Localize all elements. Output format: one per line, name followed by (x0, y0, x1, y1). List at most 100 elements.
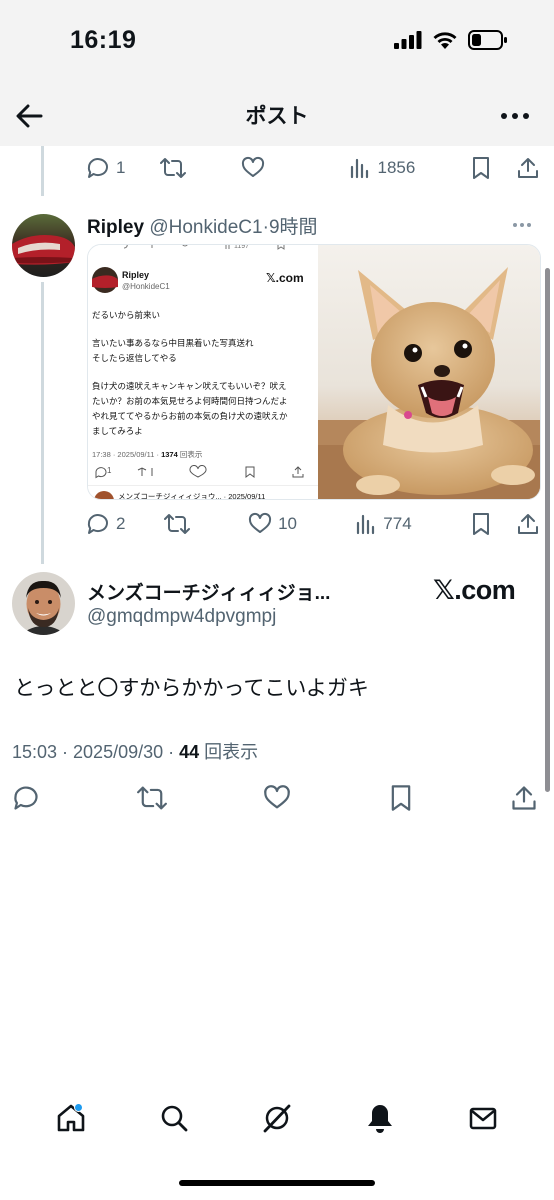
embedded-reply-count: 1 (107, 466, 112, 475)
man-avatar-image (12, 572, 75, 635)
nav-notifications[interactable] (362, 1100, 398, 1136)
embedded-meta-suffix: 回表示 (177, 450, 203, 459)
nav-messages[interactable] (465, 1100, 501, 1136)
status-time: 16:19 (70, 26, 137, 54)
embedded-divider (88, 485, 318, 486)
analytics-icon (357, 514, 375, 535)
reply-tweet-actions: 2 10 774 (86, 504, 540, 544)
tweet-timestamp: 15:03 · 2025/09/30 · (12, 742, 180, 762)
reply-button[interactable]: 1 (86, 156, 125, 180)
embedded-meta-views: 1374 (161, 450, 178, 459)
parent-tweet-actions: 1 1856 (86, 148, 540, 188)
reply-count: 2 (116, 514, 126, 533)
embedded-tweet-screenshot: 1197 Ripley @HonkideC1 𝕏.com だるいから前来い 言い… (88, 244, 318, 500)
bottom-nav (0, 1090, 554, 1146)
notifications-icon (367, 1105, 392, 1133)
reply-count: 1 (116, 158, 126, 177)
embedded-reply-avatar (94, 491, 114, 499)
thread-line (41, 282, 44, 564)
views-count: 774 (383, 514, 412, 533)
embedded-text-line: 負け犬の遠吠えキャンキャン吠えてもいいぞ？吠え (92, 381, 287, 391)
views-button[interactable]: 774 (355, 513, 412, 535)
embedded-avatar (92, 267, 118, 293)
more-horizontal-icon (501, 113, 529, 119)
reply-icon[interactable] (12, 784, 40, 812)
tweet-view-count: 44 (179, 742, 200, 762)
heart-icon (241, 156, 264, 177)
embedded-top-views: 1197 (234, 244, 250, 250)
heart-icon[interactable] (263, 784, 291, 812)
embedded-x-logo: 𝕏.com (266, 271, 304, 285)
author-handle[interactable]: @HonkideC1 (149, 217, 262, 238)
status-icons (394, 30, 508, 50)
share-icon[interactable] (516, 156, 540, 180)
repost-button[interactable] (163, 512, 190, 536)
embedded-text-line: やれ見ててやるからお前の本気の負け犬の遠吠えか (92, 411, 288, 421)
cellular-signal-icon (394, 31, 422, 49)
wifi-icon (433, 31, 457, 49)
grok-icon (263, 1104, 291, 1133)
views-count: 1856 (377, 158, 416, 177)
parent-tweet-secondary-actions (470, 156, 540, 180)
nav-home[interactable] (53, 1100, 89, 1136)
embedded-reply-line: メンズコーチジィィィジョウ... · 2025/09/11 (118, 492, 266, 500)
embedded-actions (95, 465, 304, 479)
thread-line (41, 146, 44, 196)
author-name[interactable]: Ripley (87, 217, 144, 238)
bookmark-icon[interactable] (388, 784, 414, 812)
tweet-time: 9時間 (268, 217, 318, 238)
tweet-meta: 15:03 · 2025/09/30 · 44 回表示 (12, 738, 258, 764)
reply-icon (87, 158, 108, 178)
analytics-icon (351, 158, 369, 179)
bookmark-icon[interactable] (470, 156, 492, 180)
tweet-more-button[interactable] (512, 222, 532, 228)
more-horizontal-icon (513, 223, 531, 227)
main-tweet-actions (12, 780, 538, 816)
main-author-name[interactable]: メンズコーチジィィィジョ... (87, 578, 330, 605)
embedded-text-line: 言いたい事あるなら中目黒着いた写真送れ (92, 338, 254, 348)
repost-icon[interactable] (136, 784, 167, 812)
tweet-media[interactable]: 1197 Ripley @HonkideC1 𝕏.com だるいから前来い 言い… (87, 244, 541, 500)
repost-button[interactable] (160, 156, 187, 180)
nav-search[interactable] (156, 1100, 192, 1136)
reply-button[interactable]: 2 (86, 512, 125, 536)
embedded-text-line: だるいから前来い (92, 310, 161, 320)
header: ポスト (0, 86, 554, 146)
embedded-author-name: Ripley (122, 270, 150, 280)
repost-icon (163, 514, 190, 534)
tweet-text: とっとと〇すからかかってこいよガキ (14, 677, 369, 700)
car-avatar-image (12, 214, 75, 277)
battery-icon (468, 30, 507, 50)
scrollbar[interactable] (545, 268, 550, 792)
messages-icon (469, 1107, 496, 1130)
embedded-author-handle: @HonkideC1 (122, 282, 170, 291)
like-count: 10 (278, 514, 297, 533)
reply-icon (87, 514, 108, 534)
main-author-avatar[interactable] (12, 572, 75, 635)
status-bar: 16:19 (0, 0, 554, 86)
top-actions-fragment (123, 245, 285, 250)
embedded-meta-prefix: 17:38 · 2025/09/11 · (92, 450, 162, 459)
tweet-header: Ripley @HonkideC1·9時間 (87, 212, 318, 239)
share-icon[interactable] (516, 512, 540, 536)
like-button[interactable]: 10 (248, 512, 297, 536)
embedded-meta: 17:38 · 2025/09/11 · 1374 回表示 (92, 449, 202, 460)
search-icon (161, 1105, 188, 1132)
main-author-handle[interactable]: @gmqdmpw4dpvgmpj (87, 606, 276, 628)
page-title: ポスト (245, 105, 309, 128)
bookmark-icon[interactable] (470, 512, 492, 536)
nav-grok[interactable] (259, 1100, 295, 1136)
x-com-logo: 𝕏.com (433, 575, 516, 605)
share-icon[interactable] (510, 784, 538, 812)
reply-tweet-secondary-actions (470, 512, 540, 536)
avatar[interactable] (12, 214, 75, 277)
more-options-button[interactable] (500, 106, 530, 126)
embedded-text-line: そしたら返信してやる (92, 353, 177, 363)
repost-icon (160, 158, 187, 178)
views-button[interactable]: 1856 (349, 157, 415, 179)
embedded-text-line: たいか？お前の本気見せろよ何時間何日持つんだよ (92, 396, 288, 406)
like-button[interactable] (241, 156, 265, 180)
embedded-text-line: ましてみろよ (92, 426, 143, 436)
chihuahua-photo (318, 245, 540, 499)
home-indicator (179, 1180, 375, 1186)
